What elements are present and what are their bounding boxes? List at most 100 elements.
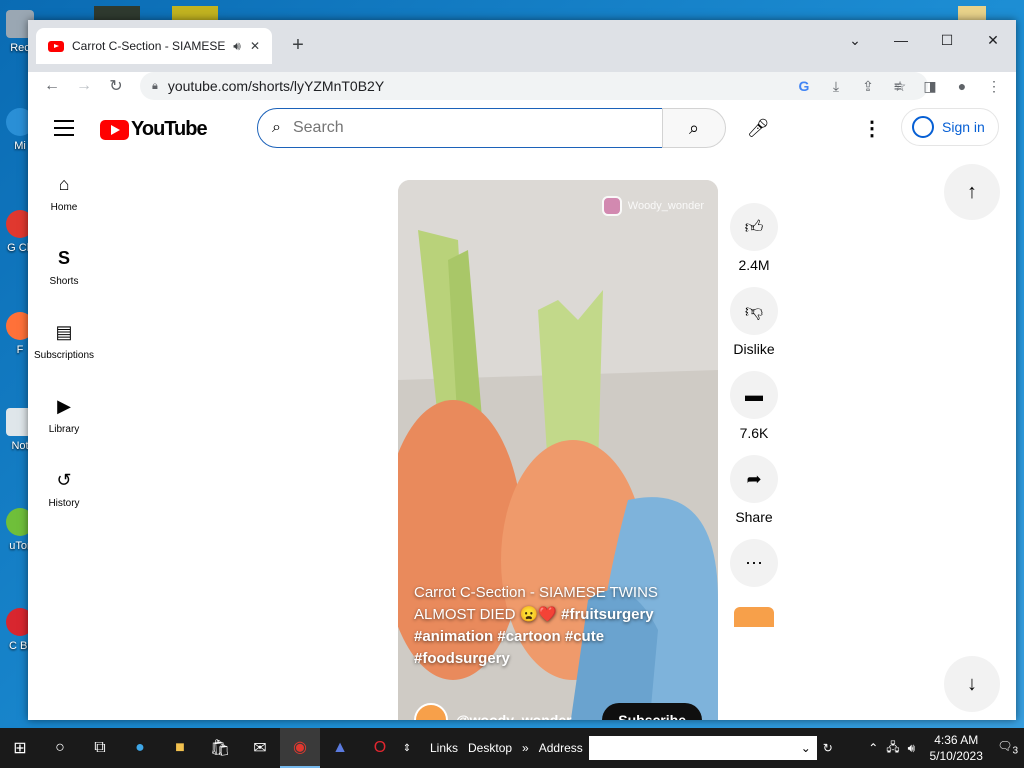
voice-search-button[interactable]: 🎤︎ — [738, 108, 778, 148]
address-toolbar: Address ⌄ ↻ — [539, 736, 833, 760]
forward-button[interactable]: → — [68, 77, 100, 95]
active-tab[interactable]: Carrot C-Section - SIAMESE 🔊︎ ✕ — [36, 28, 272, 64]
profile-icon[interactable]: ● — [946, 78, 978, 94]
comment-count: 7.6K — [739, 425, 769, 441]
shorts-actions: 👍︎ 2.4M 👎︎ Dislike ▬ 7.6K ➦ Share ⋯ — [730, 203, 778, 627]
thumbs-down-icon: 👎︎ — [744, 301, 764, 321]
taskbar-scroll-arrows[interactable]: ⇕ — [400, 728, 414, 768]
guide-item-library[interactable]: ▶ Library — [28, 378, 100, 452]
subscribe-button[interactable]: Subscribe — [602, 703, 702, 720]
guide-item-subscriptions[interactable]: ▤ Subscriptions — [28, 304, 100, 378]
arrow-down-icon: ↓ — [967, 672, 977, 695]
home-icon: ⌂ — [58, 173, 70, 194]
comments-action: ▬ 7.6K — [730, 371, 778, 441]
like-button[interactable]: 👍︎ — [730, 203, 778, 251]
tab-search-chevron-down-icon[interactable]: ⌄ — [832, 26, 878, 54]
task-view-button[interactable]: ⧉ — [80, 728, 120, 768]
task-view-icon: ⧉ — [94, 739, 106, 756]
maximize-button[interactable]: ☐ — [924, 26, 970, 54]
search-box[interactable]: ⌕ — [257, 108, 663, 148]
sign-in-label: Sign in — [942, 119, 985, 135]
notification-center-icon[interactable]: 🗨︎3 — [997, 739, 1018, 756]
close-tab-icon[interactable]: ✕ — [246, 39, 264, 53]
tab-title: Carrot C-Section - SIAMESE — [72, 39, 226, 53]
mail-icon: ✉ — [253, 740, 267, 757]
next-short-button[interactable]: ↓ — [944, 656, 1000, 712]
taskbar-toolbars: Links Desktop » — [430, 741, 529, 755]
share-label: Share — [735, 509, 773, 525]
search-button[interactable]: ⌕ — [662, 108, 726, 148]
taskbar-chrome[interactable]: ◉ — [280, 728, 320, 768]
sound-avatar[interactable] — [734, 607, 774, 627]
folder-icon: ■ — [175, 739, 185, 756]
taskbar-store[interactable]: 🛍︎ — [200, 728, 240, 768]
lock-icon[interactable]: 🔒︎ — [152, 80, 158, 93]
arrow-up-icon: ↑ — [967, 180, 977, 203]
links-toolbar[interactable]: Links — [430, 741, 458, 755]
side-panel-icon[interactable]: ◨ — [914, 78, 946, 95]
previous-short-button[interactable]: ↑ — [944, 164, 1000, 220]
start-button[interactable]: ⊞ — [0, 728, 40, 768]
short-caption[interactable]: Carrot C-Section - SIAMESE TWINS ALMOST … — [414, 582, 688, 670]
close-window-button[interactable]: ✕ — [970, 26, 1016, 54]
guide-menu-icon[interactable] — [54, 120, 74, 141]
search-button-icon: ⌕ — [688, 117, 700, 138]
edge-icon: ● — [135, 739, 145, 756]
media-controls-icon[interactable]: ≡ — [882, 78, 914, 94]
subscriptions-icon: ▤ — [55, 321, 73, 342]
channel-avatar[interactable] — [414, 703, 448, 720]
address-bar[interactable]: 🔒︎ youtube.com/shorts/lyYZMnT0B2Y G ⤓ ⇪ … — [140, 72, 928, 100]
cortana-circle-icon: ○ — [55, 739, 65, 756]
like-count: 2.4M — [738, 257, 770, 273]
dropdown-chevron-icon[interactable]: ⌄ — [801, 741, 811, 755]
search-input[interactable] — [292, 119, 662, 137]
instagram-icon — [601, 196, 622, 216]
go-refresh-icon[interactable]: ↻ — [823, 741, 833, 755]
install-app-icon[interactable]: ⤓ — [820, 78, 852, 95]
taskbar-opera[interactable]: O — [360, 728, 400, 768]
comments-button[interactable]: ▬ — [730, 371, 778, 419]
more-options-button[interactable]: ⋯ — [730, 539, 778, 587]
clock[interactable]: 4:36 AM 5/10/2023 — [923, 732, 989, 764]
shorts-player[interactable]: Woody_wonder Carrot C-Section - SIAMESE … — [398, 180, 718, 720]
chrome-menu-icon[interactable]: ⋮ — [978, 78, 1010, 95]
url-text[interactable]: youtube.com/shorts/lyYZMnT0B2Y — [168, 78, 788, 94]
guide-item-shorts[interactable]: S Shorts — [28, 230, 100, 304]
taskbar-file-explorer[interactable]: ■ — [160, 728, 200, 768]
reload-button[interactable]: ↻ — [100, 76, 132, 96]
guide-item-home[interactable]: ⌂ Home — [28, 156, 100, 230]
toolbar-overflow-chevron[interactable]: » — [522, 741, 529, 755]
volume-icon[interactable]: 🔊︎ — [908, 741, 916, 756]
youtube-logo-icon — [100, 119, 129, 140]
shorts-icon: S — [57, 247, 70, 268]
sign-in-button[interactable]: Sign in — [901, 108, 999, 146]
desktop-toolbar[interactable]: Desktop — [468, 741, 512, 755]
show-hidden-icons-chevron[interactable]: ⌃ — [868, 741, 878, 755]
dislike-button[interactable]: 👎︎ — [730, 287, 778, 335]
taskbar-mail[interactable]: ✉ — [240, 728, 280, 768]
dislike-label: Dislike — [733, 341, 775, 357]
taskbar-app[interactable]: ▲ — [320, 728, 360, 768]
browser-toolbar: ← → ↻ 🔒︎ youtube.com/shorts/lyYZMnT0B2Y … — [28, 72, 1016, 100]
google-lens-icon[interactable]: G — [788, 78, 820, 94]
back-button[interactable]: ← — [36, 77, 68, 95]
settings-more-icon[interactable]: ⋮ — [860, 108, 884, 148]
network-icon[interactable]: 🖧︎ — [886, 738, 899, 759]
youtube-favicon-icon — [48, 40, 64, 52]
instagram-watermark: Woody_wonder — [601, 196, 704, 216]
share-button[interactable]: ➦ — [730, 455, 778, 503]
channel-name[interactable]: @woody_wonder — [456, 712, 572, 720]
chrome-window: Carrot C-Section - SIAMESE 🔊︎ ✕ + ⌄ — ☐ … — [28, 20, 1016, 720]
taskbar-edge[interactable]: ● — [120, 728, 160, 768]
youtube-logo[interactable]: YouTube — [100, 118, 208, 141]
history-icon: ↺ — [56, 469, 72, 490]
speaker-icon[interactable]: 🔊︎ — [228, 39, 246, 54]
search-taskbar-button[interactable]: ○ — [40, 728, 80, 768]
guide-item-history[interactable]: ↺ History — [28, 452, 100, 526]
minimize-button[interactable]: — — [878, 26, 924, 54]
address-label: Address — [538, 741, 583, 755]
address-input[interactable]: ⌄ — [588, 736, 817, 760]
share-icon[interactable]: ⇪ — [852, 78, 884, 95]
youtube-header: YouTube ⌕ ⌕ 🎤︎ ⋮ Sign in — [28, 100, 1016, 156]
new-tab-button[interactable]: + — [286, 34, 310, 57]
